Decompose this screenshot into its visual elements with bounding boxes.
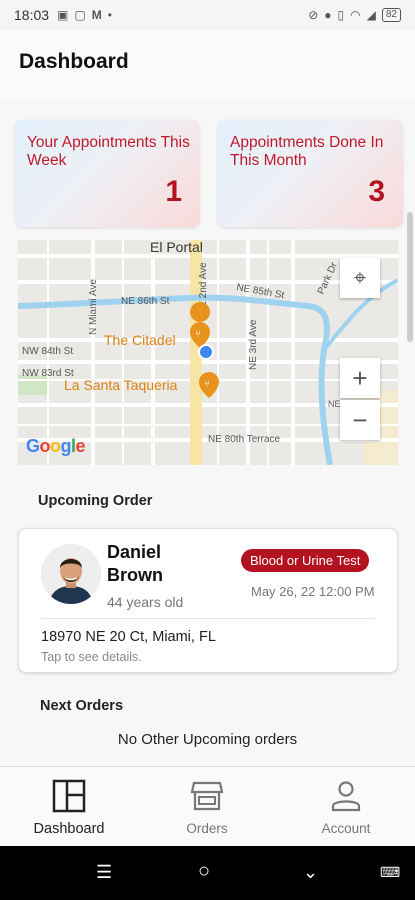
stat-card-week-appointments[interactable]: Your Appointments This Week 1 (15, 120, 200, 227)
recents-icon[interactable]: ☰ (96, 862, 112, 883)
nav-label: Account (321, 821, 371, 836)
order-hint: Tap to see details. (41, 650, 142, 664)
nav-label: Orders (186, 821, 228, 836)
app-header: Dashboard (0, 30, 415, 100)
stat-card-label: Your Appointments This Week (27, 134, 190, 169)
zoom-in-button[interactable]: + (340, 358, 380, 398)
svg-text:⑂: ⑂ (204, 379, 210, 390)
upcoming-order-heading: Upcoming Order (38, 493, 153, 509)
svg-text:⑂: ⑂ (195, 329, 201, 340)
test-type-badge: Blood or Urine Test (241, 549, 370, 572)
mute-icon: ⊘ (308, 8, 319, 22)
stat-card-value: 1 (165, 175, 182, 208)
nav-dashboard[interactable]: Dashboard (0, 767, 138, 847)
bottom-navigation: Dashboard Orders Account (0, 766, 415, 846)
location-icon: ● (324, 8, 332, 22)
plus-icon: + (352, 362, 368, 393)
account-icon (331, 781, 361, 812)
current-location-dot (198, 344, 214, 360)
store-icon (190, 781, 224, 811)
avatar (41, 544, 101, 604)
crosshair-icon: ⌖ (353, 265, 367, 290)
wifi-icon: ◠ (350, 8, 361, 22)
scrollbar[interactable] (407, 212, 413, 342)
signal-icon: ◢ (366, 8, 376, 22)
map-label-ne-3rd: NE 3rd Ave (248, 319, 259, 370)
order-address: 18970 NE 20 Ct, Miami, FL (41, 629, 216, 645)
page-title: Dashboard (19, 50, 129, 73)
google-logo: Google (26, 436, 86, 456)
map-label-nw-84th: NW 84th St (22, 346, 73, 357)
order-datetime: May 26, 22 12:00 PM (251, 584, 375, 599)
place-label-taqueria: La Santa Taqueria (64, 377, 178, 393)
stat-card-label: Appointments Done In This Month (230, 134, 384, 169)
map-label-ne-80th: NE 80th Terrace (208, 434, 281, 445)
divider (41, 618, 375, 619)
nav-account[interactable]: Account (277, 767, 415, 847)
patient-first-name: Daniel (107, 542, 162, 562)
stat-card-month-appointments[interactable]: Appointments Done In This Month 3 (218, 120, 403, 227)
nav-label: Dashboard (33, 821, 105, 837)
gmail-icon: M (91, 8, 102, 22)
system-navigation-bar: ☰ ○ ⌄ ⌨ (0, 846, 415, 900)
map-label-n-miami: N Miami Ave (88, 279, 99, 335)
dashboard-icon (52, 779, 86, 813)
next-orders-heading: Next Orders (40, 698, 124, 714)
nav-orders[interactable]: Orders (138, 767, 276, 847)
vibrate-icon: ▯ (337, 8, 345, 22)
my-location-button[interactable]: ⌖ (340, 258, 380, 298)
status-time: 18:03 (14, 7, 50, 23)
patient-photo (41, 544, 101, 604)
back-icon[interactable]: ⌄ (303, 862, 318, 883)
patient-name: Daniel Brown (107, 541, 227, 587)
place-label-citadel: The Citadel (104, 332, 176, 348)
patient-last-name: Brown (107, 565, 163, 585)
zoom-out-button[interactable]: − (340, 400, 380, 440)
patient-age: 44 years old (107, 594, 184, 610)
battery-indicator: 82 (381, 8, 401, 22)
image-icon: ▢ (74, 8, 86, 22)
stat-card-value: 3 (368, 175, 385, 208)
map-label-el-portal: El Portal (150, 240, 203, 255)
upcoming-order-card[interactable]: Daniel Brown 44 years old Blood or Urine… (18, 528, 398, 673)
minus-icon: − (352, 404, 368, 435)
map-view[interactable]: El Portal NE 86th St NE 85th St N Miami … (18, 240, 398, 465)
empty-state-message: No Other Upcoming orders (117, 731, 298, 748)
keyboard-icon[interactable]: ⌨ (380, 864, 400, 881)
status-bar: 18:03 ▣ ▢ M • ⊘ ● ▯ ◠ ◢ 82 (0, 0, 415, 30)
dot-icon: • (107, 8, 112, 22)
calendar-icon: ▣ (57, 8, 69, 22)
home-icon[interactable]: ○ (198, 860, 210, 883)
map-label-ne-86th: NE 86th St (121, 296, 170, 307)
